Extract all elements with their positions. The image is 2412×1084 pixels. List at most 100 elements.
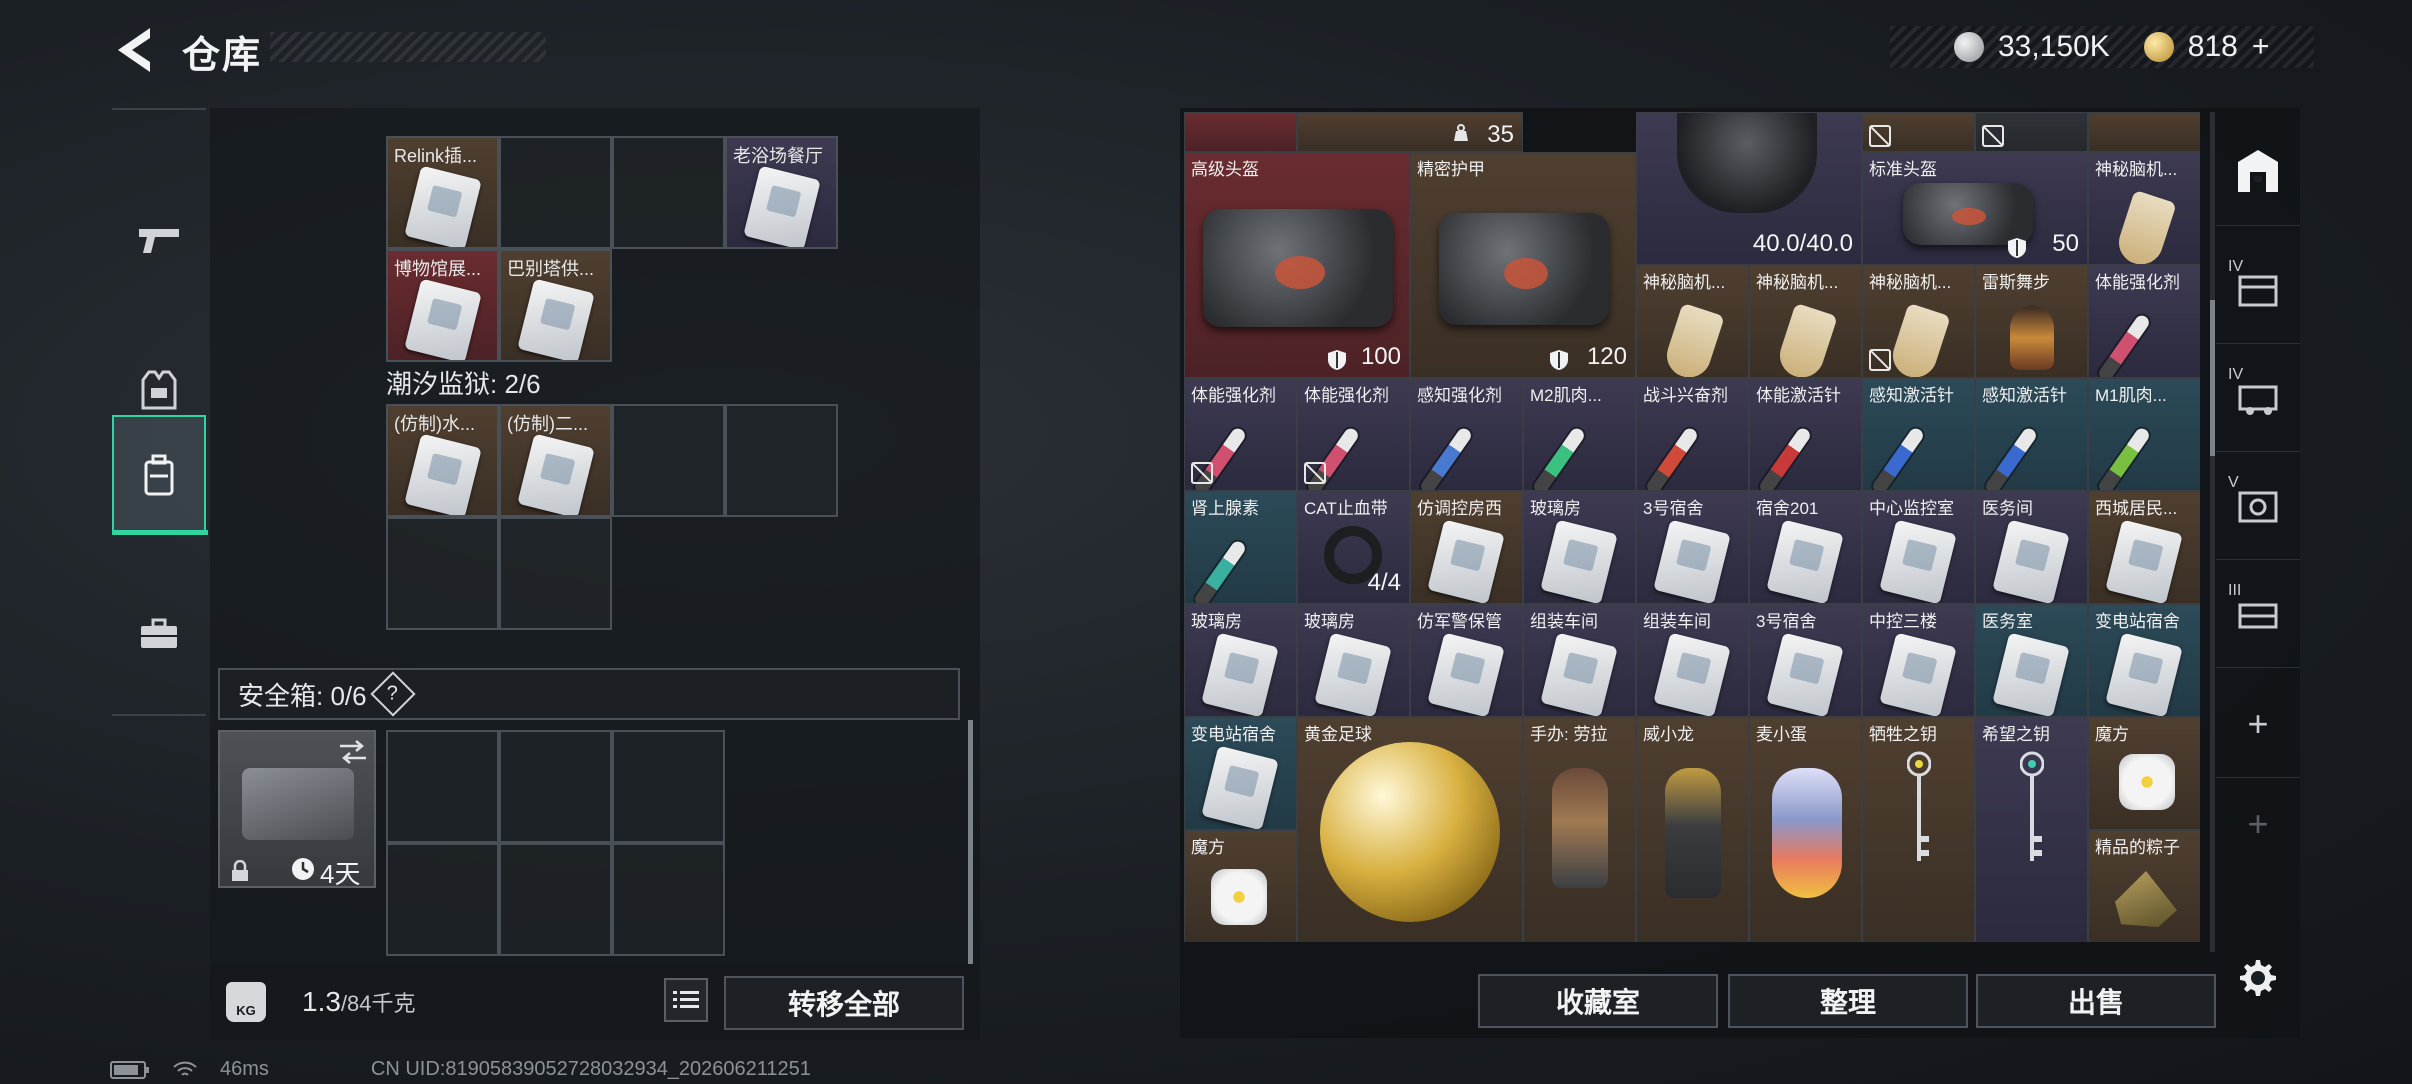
keycard-item[interactable]: 博物馆展... [386, 249, 499, 362]
add-gold-button[interactable]: + [2252, 30, 2270, 64]
inventory-item[interactable]: 神秘脑机... [2088, 152, 2200, 265]
back-arrow-icon[interactable] [110, 22, 158, 78]
keycard-item[interactable]: (仿制)水... [386, 404, 499, 517]
keycard-item[interactable]: (仿制)二... [499, 404, 612, 517]
organize-button[interactable]: 整理 [1728, 974, 1968, 1028]
inventory-item[interactable]: 40.0/40.0 [1636, 112, 1862, 265]
inventory-item-partial[interactable] [2088, 112, 2200, 152]
storage-tab-4[interactable]: V [2216, 452, 2300, 560]
inventory-item[interactable]: 体能激活针 [1749, 378, 1862, 491]
inventory-item[interactable]: 仿调控房西 [1410, 491, 1523, 604]
grid-slot[interactable] [612, 843, 725, 956]
inventory-item[interactable]: 黄金足球 [1297, 717, 1523, 942]
keycard-item[interactable]: Relink插... [386, 136, 499, 249]
inventory-item[interactable]: 变电站宿舍 [1184, 717, 1297, 830]
inventory-item[interactable]: 威小龙 [1636, 717, 1749, 942]
inventory-item[interactable]: 精密护甲 120 [1410, 152, 1636, 378]
inventory-item[interactable]: 神秘脑机... [1749, 265, 1862, 378]
safebox-duration: 4天 [320, 859, 361, 889]
inventory-item[interactable]: 高级头盔 100 [1184, 152, 1410, 378]
inventory-item[interactable]: 宿舍201 [1749, 491, 1862, 604]
inventory-item[interactable]: 玻璃房 [1297, 604, 1410, 717]
inventory-item[interactable]: CAT止血带 4/4 [1297, 491, 1410, 604]
inventory-item[interactable]: 精品的粽子 [2088, 830, 2200, 942]
inventory-item[interactable]: 组装车间 [1636, 604, 1749, 717]
keycard-item[interactable]: 老浴场餐厅 [725, 136, 838, 249]
item-label: 3号宿舍 [1643, 499, 1704, 518]
left-scrollbar[interactable] [968, 720, 973, 964]
safebox-item[interactable]: 4天 [218, 730, 376, 889]
inventory-item[interactable]: 玻璃房 [1523, 491, 1636, 604]
inventory-item[interactable]: 雷斯舞步 [1975, 265, 2088, 378]
inventory-item-partial[interactable] [1862, 112, 1975, 152]
inventory-item[interactable]: 西城居民... [2088, 491, 2200, 604]
storage-tab-2[interactable]: IV [2216, 236, 2300, 344]
transfer-all-button[interactable]: 转移全部 [724, 976, 964, 1030]
inventory-item[interactable]: 麦小蛋 [1749, 717, 1862, 942]
inventory-item[interactable]: 感知激活针 [1975, 378, 2088, 491]
inventory-item[interactable]: 肾上腺素 [1184, 491, 1297, 604]
inventory-item[interactable]: 体能强化剂 [1184, 378, 1297, 491]
swap-icon[interactable] [338, 740, 368, 764]
help-icon[interactable]: ? [369, 671, 416, 717]
keycard-icon [1201, 745, 1279, 829]
inventory-item[interactable]: 魔方 [1184, 830, 1297, 942]
settings-gear-icon[interactable] [2236, 956, 2280, 1000]
item-label: 变电站宿舍 [2095, 612, 2180, 631]
inventory-item-partial[interactable] [1184, 112, 1297, 152]
keycard-icon [1879, 519, 1957, 603]
inventory-item[interactable]: 3号宿舍 [1636, 491, 1749, 604]
grid-slot[interactable] [499, 517, 612, 630]
inventory-item[interactable]: 3号宿舍 [1749, 604, 1862, 717]
list-view-button[interactable] [664, 978, 708, 1022]
grid-slot[interactable] [499, 136, 612, 249]
collection-room-button[interactable]: 收藏室 [1478, 974, 1718, 1028]
inventory-item[interactable]: 牺牲之钥 [1862, 717, 1975, 942]
storage-tab-main[interactable] [2216, 118, 2300, 226]
inventory-item[interactable]: 医务间 [1975, 491, 2088, 604]
tab-backpack[interactable] [112, 415, 208, 535]
tab-tools[interactable] [112, 574, 206, 694]
storage-tab-5[interactable]: III [2216, 560, 2300, 668]
inventory-item[interactable]: 中心监控室 [1862, 491, 1975, 604]
grid-slot[interactable] [386, 843, 499, 956]
grid-slot[interactable] [612, 136, 725, 249]
title-decoration [270, 32, 546, 62]
tab-weapons[interactable] [112, 180, 206, 300]
inventory-item-partial[interactable] [1975, 112, 2088, 152]
inventory-item[interactable]: 魔方 [2088, 717, 2200, 830]
keycard-item[interactable]: 巴别塔供... [499, 249, 612, 362]
item-label: 战斗兴奋剂 [1643, 386, 1728, 405]
inventory-item[interactable]: 神秘脑机... [1636, 265, 1749, 378]
inventory-item[interactable]: M1肌肉... [2088, 378, 2200, 491]
inventory-item[interactable]: 标准头盔 50 [1862, 152, 2088, 265]
inventory-item[interactable]: 战斗兴奋剂 [1636, 378, 1749, 491]
inventory-item[interactable]: 希望之钥 [1975, 717, 2088, 942]
inventory-item[interactable]: 感知激活针 [1862, 378, 1975, 491]
grid-slot[interactable] [612, 404, 725, 517]
grid-slot[interactable] [386, 517, 499, 630]
grid-slot[interactable] [386, 730, 499, 843]
inventory-item[interactable]: 医务室 [1975, 604, 2088, 717]
sell-button[interactable]: 出售 [1976, 974, 2216, 1028]
grid-slot[interactable] [612, 730, 725, 843]
inventory-item[interactable]: 组装车间 [1523, 604, 1636, 717]
add-storage-button[interactable]: + [2216, 670, 2300, 778]
inventory-item[interactable]: 变电站宿舍 [2088, 604, 2200, 717]
inventory-item[interactable]: 仿军警保管 [1410, 604, 1523, 717]
inventory-item[interactable]: 玻璃房 [1184, 604, 1297, 717]
inventory-item[interactable]: 感知强化剂 [1410, 378, 1523, 491]
inventory-item[interactable]: M2肌肉... [1523, 378, 1636, 491]
inventory-item[interactable]: 手办: 劳拉 [1523, 717, 1636, 942]
grid-slot[interactable] [499, 843, 612, 956]
inventory-item[interactable]: 中控三楼 [1862, 604, 1975, 717]
grid-slot[interactable] [499, 730, 612, 843]
right-scrollbar[interactable] [2210, 300, 2215, 456]
inventory-item[interactable]: 体能强化剂 [2088, 265, 2200, 378]
inventory-item-partial[interactable]: 35 [1297, 112, 1523, 152]
grid-slot[interactable] [725, 404, 838, 517]
hope-key-icon [2020, 751, 2044, 861]
inventory-item[interactable]: 神秘脑机... [1862, 265, 1975, 378]
inventory-item[interactable]: 体能强化剂 [1297, 378, 1410, 491]
storage-tab-3[interactable]: IV [2216, 344, 2300, 452]
